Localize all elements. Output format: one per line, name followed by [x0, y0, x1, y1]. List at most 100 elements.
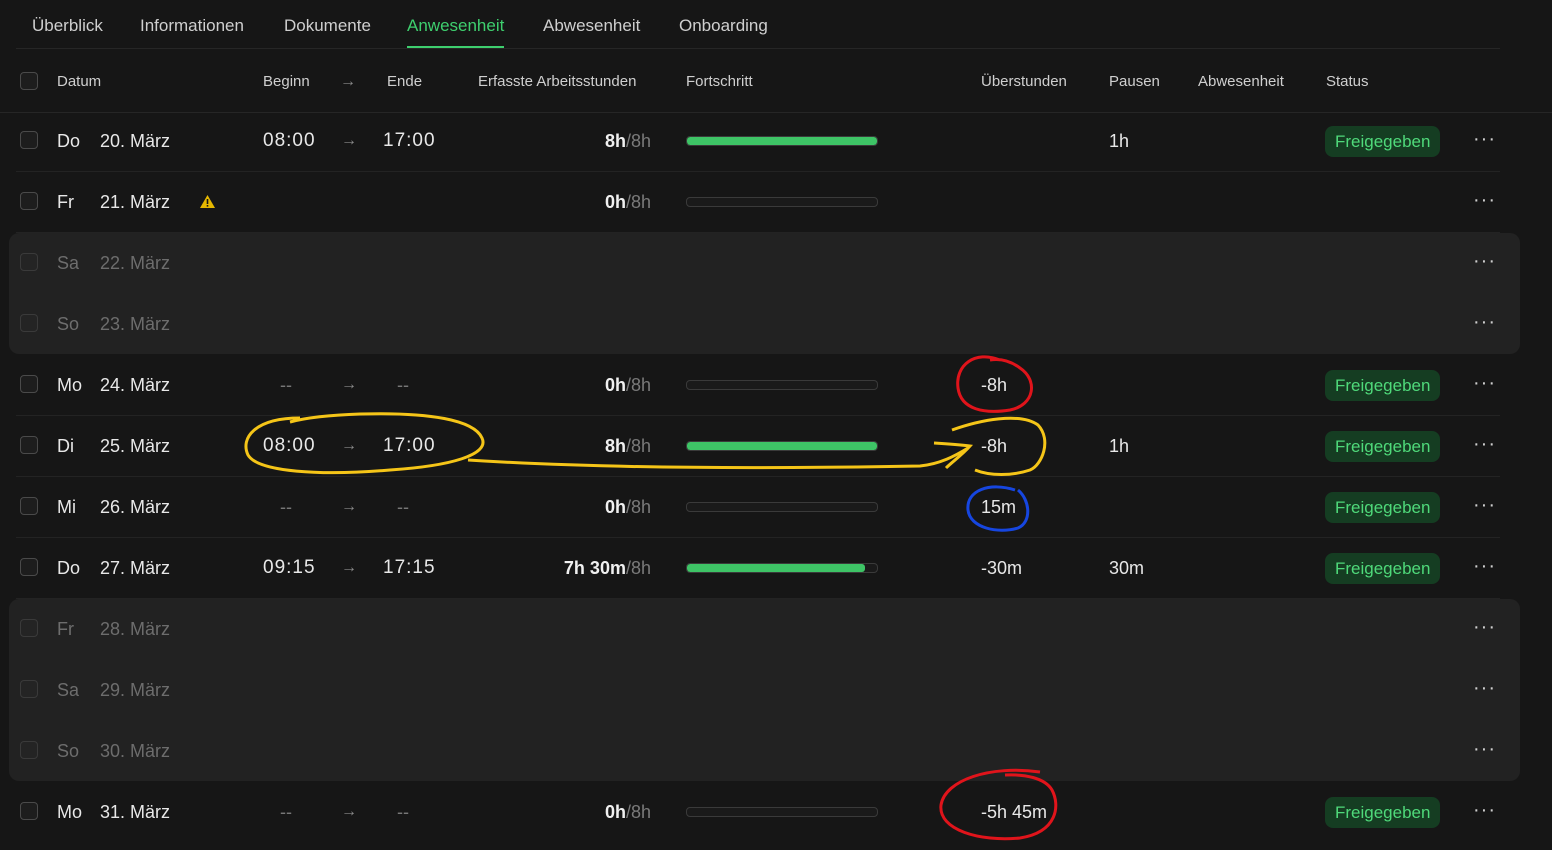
table-row[interactable]: Sa 22. März ··· — [0, 233, 1552, 294]
begin-time[interactable]: -- — [280, 355, 292, 415]
row-checkbox[interactable] — [20, 375, 38, 393]
table-row[interactable]: So 23. März ··· — [0, 294, 1552, 355]
more-options-icon[interactable]: ··· — [1473, 721, 1496, 777]
progress-bar — [686, 502, 878, 512]
progress-fill — [687, 564, 866, 572]
table-row[interactable]: Do 20. März 08:00 → 17:00 8h/8h 1h Freigegeben ·… — [0, 111, 1552, 172]
table-header: Datum Beginn → Ende Erfasste Arbeitsstun… — [0, 52, 1552, 113]
tab-dokumente[interactable]: Dokumente — [284, 0, 371, 47]
column-ende[interactable]: Ende — [387, 52, 422, 112]
tab-ueberblick[interactable]: Überblick — [32, 0, 103, 47]
arrow-icon: → — [341, 437, 357, 454]
progress-bar — [686, 807, 878, 817]
end-time[interactable]: -- — [397, 782, 409, 842]
date-label: 29. März — [100, 680, 171, 700]
begin-time[interactable]: -- — [280, 477, 292, 537]
row-checkbox[interactable] — [20, 436, 38, 454]
day-label: So — [57, 741, 80, 761]
row-checkbox[interactable] — [20, 131, 38, 149]
column-absence[interactable]: Abwesenheit — [1198, 52, 1284, 112]
table-row[interactable]: Fr 21. März 0h/8h ··· — [0, 172, 1552, 233]
recorded-hours-value: 8h — [604, 131, 626, 151]
day-label: Mi — [57, 497, 76, 517]
table-row[interactable]: So 30. März ··· — [0, 721, 1552, 782]
more-options-icon[interactable]: ··· — [1473, 782, 1496, 838]
recorded-hours: 0h/8h — [531, 355, 651, 415]
recorded-hours-value: 0h — [604, 375, 626, 395]
overtime-value: -8h — [981, 436, 1008, 456]
progress-bar — [686, 563, 878, 573]
day-label: Do — [57, 131, 81, 151]
day-label: Sa — [57, 680, 80, 700]
end-time[interactable]: -- — [397, 355, 409, 415]
table-row[interactable]: Mo 31. März -- → -- 0h/8h -5h 45m Freigegeben ··… — [0, 782, 1552, 843]
column-breaks[interactable]: Pausen — [1109, 52, 1160, 112]
more-options-icon[interactable]: ··· — [1473, 294, 1496, 350]
table-row[interactable]: Di 25. März 08:00 → 17:00 8h/8h -8h 1h Freigegeb… — [0, 416, 1552, 477]
date-label: 28. März — [100, 619, 171, 639]
more-options-icon[interactable]: ··· — [1473, 599, 1496, 655]
row-checkbox[interactable] — [20, 314, 38, 332]
recorded-hours: 7h 30m/8h — [531, 538, 651, 598]
select-all-checkbox[interactable] — [20, 72, 38, 90]
recorded-hours-value: 0h — [604, 802, 626, 822]
more-options-icon[interactable]: ··· — [1473, 416, 1496, 472]
column-beginn[interactable]: Beginn — [263, 52, 310, 112]
more-options-icon[interactable]: ··· — [1473, 538, 1496, 594]
day-label: Fr — [57, 619, 74, 639]
arrow-icon: → — [341, 376, 357, 393]
column-status[interactable]: Status — [1326, 52, 1369, 112]
tab-informationen[interactable]: Informationen — [140, 0, 244, 47]
header-arrow-icon: → — [340, 73, 356, 90]
table-row[interactable]: Fr 28. März ··· — [0, 599, 1552, 660]
more-options-icon[interactable]: ··· — [1473, 660, 1496, 716]
overtime-value: -30m — [981, 558, 1023, 578]
row-checkbox[interactable] — [20, 253, 38, 271]
table-row[interactable]: Mi 26. März -- → -- 0h/8h 15m Freigegeben ··· — [0, 477, 1552, 538]
column-progress[interactable]: Fortschritt — [686, 52, 753, 112]
tab-anwesenheit[interactable]: Anwesenheit — [407, 0, 505, 48]
date-label: 23. März — [100, 314, 171, 334]
table-row[interactable]: Sa 29. März ··· — [0, 660, 1552, 721]
date-label: 26. März — [100, 497, 171, 517]
row-checkbox[interactable] — [20, 619, 38, 637]
status-badge: Freigegeben — [1325, 797, 1441, 828]
begin-time[interactable]: -- — [280, 782, 292, 842]
end-time[interactable]: 17:00 — [383, 111, 436, 171]
date-label: 31. März — [100, 802, 171, 822]
end-time[interactable]: 17:15 — [383, 538, 436, 598]
row-checkbox[interactable] — [20, 680, 38, 698]
row-checkbox[interactable] — [20, 497, 38, 515]
begin-time[interactable]: 08:00 — [263, 111, 316, 171]
column-hours[interactable]: Erfasste Arbeitsstunden — [478, 52, 636, 112]
row-checkbox[interactable] — [20, 802, 38, 820]
table-row[interactable]: Mo 24. März -- → -- 0h/8h -8h Freigegeben ··· — [0, 355, 1552, 416]
progress-fill — [687, 137, 877, 145]
begin-time[interactable]: 08:00 — [263, 416, 316, 476]
column-overtime[interactable]: Überstunden — [981, 52, 1067, 112]
progress-fill — [687, 442, 877, 450]
column-datum[interactable]: Datum — [57, 52, 101, 112]
tab-onboarding[interactable]: Onboarding — [679, 0, 768, 47]
more-options-icon[interactable]: ··· — [1473, 355, 1496, 411]
more-options-icon[interactable]: ··· — [1473, 111, 1496, 167]
more-options-icon[interactable]: ··· — [1473, 172, 1496, 228]
more-options-icon[interactable]: ··· — [1473, 477, 1496, 533]
tab-abwesenheit[interactable]: Abwesenheit — [543, 0, 640, 47]
more-options-icon[interactable]: ··· — [1473, 233, 1496, 289]
row-checkbox[interactable] — [20, 558, 38, 576]
recorded-hours-value: 7h 30m — [563, 558, 626, 578]
end-time[interactable]: -- — [397, 477, 409, 537]
recorded-hours: 0h/8h — [531, 782, 651, 842]
date-label: 27. März — [100, 558, 171, 578]
target-hours: /8h — [625, 375, 651, 395]
row-checkbox[interactable] — [20, 741, 38, 759]
row-checkbox[interactable] — [20, 192, 38, 210]
begin-time[interactable]: 09:15 — [263, 538, 316, 598]
end-time[interactable]: 17:00 — [383, 416, 436, 476]
target-hours: /8h — [625, 436, 651, 456]
day-label: Di — [57, 436, 74, 456]
target-hours: /8h — [625, 497, 651, 517]
table-row[interactable]: Do 27. März 09:15 → 17:15 7h 30m/8h -30m 30m Fre… — [0, 538, 1552, 599]
recorded-hours: 0h/8h — [531, 172, 651, 232]
